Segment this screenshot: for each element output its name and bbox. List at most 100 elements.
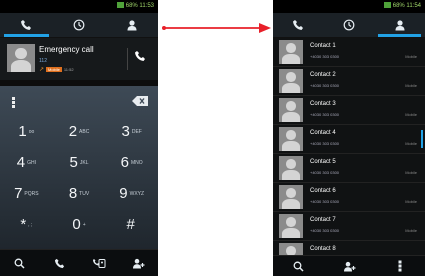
phone-icon: [293, 20, 304, 30]
avatar: [279, 156, 303, 180]
tab-phone[interactable]: [273, 13, 324, 37]
contact-item[interactable]: Contact 2 +4030 303 0300 Mobile: [273, 67, 425, 96]
clock-icon: [73, 19, 85, 31]
contact-number: +4030 303 0300: [310, 112, 340, 117]
key-letters: ABC: [79, 128, 90, 135]
tab-contacts[interactable]: [105, 13, 158, 37]
outgoing-call-icon: ↗: [39, 67, 45, 73]
key-letters: WXYZ: [129, 190, 145, 197]
contact-type: Mobile: [405, 54, 417, 59]
contact-type: Mobile: [405, 141, 417, 146]
contact-type: Mobile: [405, 228, 417, 233]
phone-icon: [21, 20, 32, 30]
key-2[interactable]: 2 ABC: [53, 116, 106, 147]
dial-button[interactable]: [40, 250, 80, 276]
call-button[interactable]: [134, 50, 146, 62]
contact-item[interactable]: Contact 1 +4030 303 0300 Mobile: [273, 38, 425, 67]
tab-phone[interactable]: [0, 13, 53, 37]
key-digit: 6: [120, 154, 130, 171]
tab-bar: [0, 13, 158, 38]
call-entry-time: 11:52: [63, 67, 74, 72]
status-text: 68% 11:53: [125, 3, 154, 9]
key-0[interactable]: 0 +: [53, 209, 106, 240]
key-6[interactable]: 6 MNO: [105, 147, 158, 178]
contact-item[interactable]: Contact 4 +4030 303 0300 Mobile: [273, 125, 425, 154]
clock-icon: [343, 19, 355, 31]
contact-name: Contact 1: [310, 43, 336, 49]
contact-name: Contact 2: [310, 72, 336, 78]
tab-recent[interactable]: [324, 13, 375, 37]
dialer-action-bar: [0, 249, 158, 276]
avatar: [279, 127, 303, 151]
contacts-screen: 68% 11:54 Contact 1 +4030 303 0300 Mobil: [273, 0, 425, 276]
scrollbar[interactable]: [421, 130, 423, 148]
overflow-menu-button[interactable]: [374, 256, 425, 276]
key-9[interactable]: 9 WXYZ: [105, 178, 158, 209]
key-3[interactable]: 3 DEF: [105, 116, 158, 147]
person-icon: [127, 20, 137, 31]
add-contact-button[interactable]: [324, 256, 375, 276]
keypad-row: 1 oo 2 ABC 3 DEF: [0, 116, 158, 147]
call-entry-name: Emergency call: [39, 45, 94, 54]
phone-icon: [54, 258, 64, 268]
contact-number: +4030 303 0300: [310, 54, 340, 59]
backspace-icon[interactable]: [132, 96, 148, 106]
call-log-entry[interactable]: Emergency call 112 ↗ Mobile 11:52: [0, 38, 158, 80]
video-call-icon: [92, 258, 106, 268]
contact-type: Mobile: [405, 83, 417, 88]
contact-number: +4030 303 0300: [310, 228, 340, 233]
contact-number: +4030 303 0300: [310, 170, 340, 175]
key-letters: oo: [28, 128, 35, 135]
key-digit: 4: [16, 154, 26, 171]
key-digit: 8: [68, 185, 78, 202]
contact-item[interactable]: Contact 3 +4030 303 0300 Mobile: [273, 96, 425, 125]
contact-number: +4030 303 0300: [310, 83, 340, 88]
avatar: [279, 214, 303, 238]
key-letters: JKL: [79, 159, 89, 166]
search-button[interactable]: [273, 256, 324, 276]
tab-recent[interactable]: [53, 13, 106, 37]
person-icon: [395, 20, 405, 31]
dialer-screen: 68% 11:53 Emergency call 112 ↗ Mobile 11…: [0, 0, 158, 276]
key-digit: 1: [18, 123, 27, 140]
contact-name: Contact 8: [310, 246, 336, 252]
search-button[interactable]: [0, 250, 40, 276]
keypad-row: 4 GHI 5 JKL 6 MNO: [0, 147, 158, 178]
contact-number: +4030 303 0300: [310, 141, 340, 146]
contact-item[interactable]: Contact 5 +4030 303 0300 Mobile: [273, 154, 425, 183]
call-entry-tag: Mobile: [46, 67, 62, 72]
contact-item[interactable]: Contact 7 +4030 303 0300 Mobile: [273, 212, 425, 241]
key-4[interactable]: 4 GHI: [0, 147, 53, 178]
key-letters: +: [82, 221, 86, 228]
avatar: [7, 44, 35, 72]
key-letters: MNO: [131, 159, 143, 166]
divider: [127, 48, 128, 70]
status-bar: 68% 11:53: [0, 0, 158, 13]
key-hash[interactable]: #: [105, 209, 158, 240]
contact-type: Mobile: [405, 112, 417, 117]
key-7[interactable]: 7 PQRS: [0, 178, 53, 209]
key-digit: *: [20, 216, 27, 233]
overflow-menu-icon[interactable]: [12, 97, 15, 108]
keypad: 1 oo 2 ABC 3 DEF 4 GHI 5 JKL 6 MNO 7 PQRS 8 TUV …: [0, 116, 158, 240]
search-icon: [293, 261, 304, 272]
keypad-row: *, ; 0 + #: [0, 209, 158, 240]
key-1[interactable]: 1 oo: [0, 116, 53, 147]
contacts-action-bar: [273, 255, 425, 276]
video-call-button[interactable]: [79, 250, 119, 276]
contact-name: Contact 7: [310, 217, 336, 223]
key-8[interactable]: 8 TUV: [53, 178, 106, 209]
key-digit: 9: [119, 185, 128, 202]
dial-input[interactable]: [0, 90, 158, 112]
contact-item[interactable]: Contact 6 +4030 303 0300 Mobile: [273, 183, 425, 212]
tab-contacts[interactable]: [374, 13, 425, 37]
avatar: [279, 185, 303, 209]
signal-icon: [116, 2, 124, 9]
key-star[interactable]: *, ;: [0, 209, 53, 240]
key-digit: #: [126, 216, 135, 233]
tab-bar: [273, 13, 425, 38]
key-5[interactable]: 5 JKL: [53, 147, 106, 178]
avatar: [279, 69, 303, 93]
add-contact-button[interactable]: [119, 250, 159, 276]
key-digit: 2: [68, 123, 78, 140]
